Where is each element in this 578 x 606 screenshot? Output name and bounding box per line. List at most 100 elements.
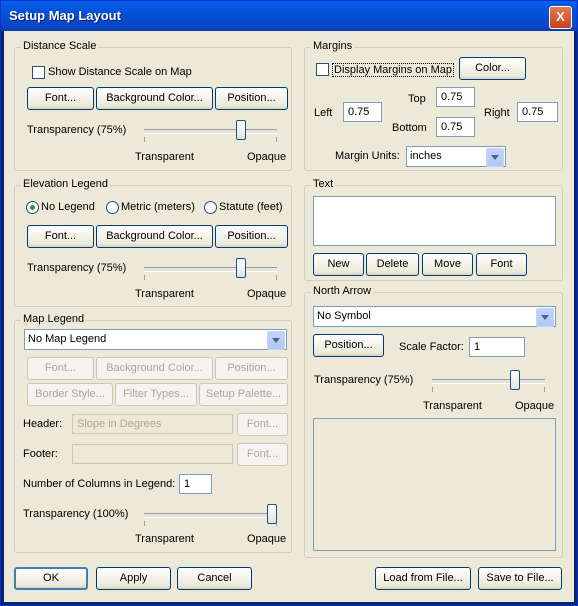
elevation-opaque-label: Opaque (247, 288, 287, 300)
distance-scale-transparency-label: Transparency (75%) (27, 124, 127, 136)
scale-factor-input[interactable]: 1 (469, 337, 525, 357)
distance-scale-position-button[interactable]: Position... (215, 87, 288, 110)
footer-font-button[interactable]: Font... (237, 443, 288, 466)
map-legend-opaque-label: Opaque (247, 533, 287, 545)
elevation-slider-thumb[interactable] (236, 258, 246, 278)
margin-units-label: Margin Units: (335, 150, 400, 162)
text-font-button[interactable]: Font (476, 253, 527, 276)
columns-input[interactable]: 1 (179, 474, 212, 494)
left-input[interactable]: 0.75 (343, 102, 382, 122)
map-legend-transparency-label: Transparency (100%) (23, 508, 129, 520)
right-input[interactable]: 0.75 (517, 102, 558, 122)
elevation-position-button[interactable]: Position... (215, 225, 288, 248)
north-arrow-opaque-label: Opaque (515, 400, 555, 412)
north-arrow-transparency-label: Transparency (75%) (314, 374, 414, 386)
map-legend-slider-track[interactable] (144, 513, 277, 518)
show-distance-scale-label: Show Distance Scale on Map (48, 66, 192, 78)
elevation-font-button[interactable]: Font... (27, 225, 94, 248)
slider-tick (276, 275, 277, 280)
header-input[interactable]: Slope in Degrees (72, 414, 233, 434)
header-font-button[interactable]: Font... (237, 413, 288, 436)
left-label: Left (314, 107, 333, 119)
chevron-down-icon[interactable] (536, 308, 554, 327)
display-margins-checkbox[interactable] (316, 63, 329, 76)
window-title: Setup Map Layout (9, 8, 121, 23)
display-margins-label: Display Margins on Map (332, 63, 454, 77)
dialog-body: Distance Scale Show Distance Scale on Ma… (4, 31, 574, 602)
north-arrow-combo[interactable]: No Symbol (313, 306, 556, 327)
margins-color-button[interactable]: Color... (459, 57, 526, 80)
slider-tick (544, 387, 545, 392)
chevron-down-icon[interactable] (486, 148, 504, 167)
slider-tick (144, 137, 145, 142)
north-arrow-preview (313, 418, 556, 551)
title-bar[interactable]: Setup Map Layout X (1, 1, 577, 31)
distance-scale-opaque-label: Opaque (247, 151, 287, 163)
text-new-button[interactable]: New (313, 253, 364, 276)
text-list[interactable] (313, 196, 556, 246)
map-legend-bg-color-button[interactable]: Background Color... (96, 357, 213, 380)
footer-label: Footer: (23, 448, 58, 460)
no-legend-label: No Legend (41, 201, 95, 213)
elevation-legend-legend: Elevation Legend (21, 178, 111, 190)
map-legend-combo-value: No Map Legend (28, 333, 107, 345)
border-style-button[interactable]: Border Style... (27, 383, 113, 406)
north-arrow-slider-track[interactable] (432, 379, 545, 384)
north-arrow-position-button[interactable]: Position... (313, 334, 384, 357)
elevation-transparent-label: Transparent (135, 288, 194, 300)
text-move-button[interactable]: Move (422, 253, 473, 276)
close-button[interactable]: X (549, 6, 572, 29)
metric-radio[interactable] (106, 201, 119, 214)
header-label: Header: (23, 418, 63, 430)
statute-radio[interactable] (204, 201, 217, 214)
bottom-input[interactable]: 0.75 (436, 117, 475, 137)
show-distance-scale-checkbox[interactable] (32, 66, 45, 79)
slider-tick (276, 137, 277, 142)
save-to-file-button[interactable]: Save to File... (478, 567, 562, 590)
north-arrow-legend: North Arrow (311, 285, 374, 297)
scale-factor-label: Scale Factor: (399, 341, 464, 353)
map-legend-transparent-label: Transparent (135, 533, 194, 545)
distance-scale-bg-color-button[interactable]: Background Color... (96, 87, 213, 110)
elevation-slider-track[interactable] (144, 267, 277, 272)
filter-types-button[interactable]: Filter Types... (115, 383, 197, 406)
distance-scale-font-button[interactable]: Font... (27, 87, 94, 110)
top-label: Top (408, 93, 426, 105)
margin-units-value: inches (410, 150, 442, 162)
columns-label: Number of Columns in Legend: (23, 478, 176, 490)
metric-label: Metric (meters) (121, 201, 195, 213)
north-arrow-slider-thumb[interactable] (510, 370, 520, 390)
footer-input[interactable] (72, 444, 233, 464)
statute-label: Statute (feet) (219, 201, 283, 213)
map-legend-slider-thumb[interactable] (267, 504, 277, 524)
north-arrow-transparent-label: Transparent (423, 400, 482, 412)
apply-button[interactable]: Apply (96, 567, 171, 590)
north-arrow-combo-value: No Symbol (317, 310, 371, 322)
distance-scale-legend: Distance Scale (21, 40, 99, 52)
slider-tick (432, 387, 433, 392)
dialog-window: Setup Map Layout X Distance Scale Show D… (0, 0, 578, 606)
ok-button[interactable]: OK (14, 567, 88, 590)
map-legend-font-button[interactable]: Font... (27, 357, 94, 380)
map-legend-combo[interactable]: No Map Legend (24, 329, 287, 350)
slider-tick (144, 275, 145, 280)
distance-scale-slider-thumb[interactable] (236, 120, 246, 140)
load-from-file-button[interactable]: Load from File... (375, 567, 471, 590)
elevation-bg-color-button[interactable]: Background Color... (96, 225, 213, 248)
margin-units-combo[interactable]: inches (406, 146, 506, 167)
margins-legend: Margins (311, 40, 355, 52)
cancel-button[interactable]: Cancel (177, 567, 252, 590)
distance-scale-transparent-label: Transparent (135, 151, 194, 163)
close-icon: X (556, 9, 565, 24)
map-legend-legend: Map Legend (21, 313, 87, 325)
no-legend-radio[interactable] (26, 201, 39, 214)
chevron-down-icon[interactable] (267, 331, 285, 350)
slider-tick (144, 521, 145, 526)
text-delete-button[interactable]: Delete (366, 253, 419, 276)
bottom-label: Bottom (392, 122, 427, 134)
right-label: Right (484, 107, 510, 119)
setup-palette-button[interactable]: Setup Palette... (199, 383, 288, 406)
distance-scale-slider-track[interactable] (144, 129, 277, 134)
top-input[interactable]: 0.75 (436, 87, 475, 107)
map-legend-position-button[interactable]: Position... (215, 357, 288, 380)
